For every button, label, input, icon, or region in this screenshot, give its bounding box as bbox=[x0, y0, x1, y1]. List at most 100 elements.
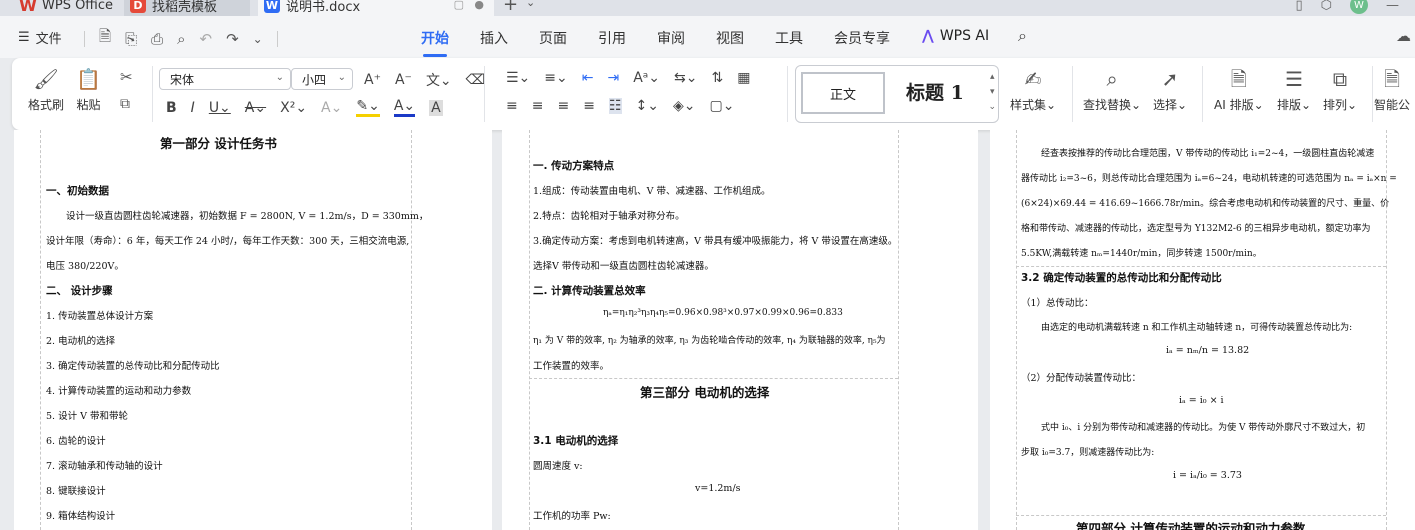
justify-icon[interactable]: ≡ bbox=[583, 98, 595, 114]
line-break-icon[interactable]: ⇆⌄ bbox=[674, 70, 697, 86]
sort-icon[interactable]: ⇅ bbox=[711, 70, 723, 86]
paragraph-line: 1.组成：传动装置由电机、V 带、减速器、工作机组成。 bbox=[533, 186, 771, 197]
line-spacing-icon[interactable]: ↕⌄ bbox=[636, 98, 659, 114]
section-heading: 3.1 电动机的选择 bbox=[533, 435, 619, 447]
menu-tools[interactable]: 工具 bbox=[775, 28, 803, 48]
paste-button[interactable]: 📋 粘贴 bbox=[76, 66, 101, 113]
numbered-list-icon[interactable]: ≡⌄ bbox=[544, 70, 567, 86]
menu-page[interactable]: 页面 bbox=[539, 28, 567, 48]
shading-icon[interactable]: ◈⌄ bbox=[673, 98, 696, 114]
margin-guide bbox=[1016, 266, 1386, 267]
section-heading: 二. 计算传动装置总效率 bbox=[533, 285, 646, 297]
undo-icon[interactable]: ↶ bbox=[200, 30, 213, 48]
cloud-sync-icon[interactable]: ☁ bbox=[1396, 27, 1411, 45]
tab-document[interactable]: W 说明书.docx ▢ ● bbox=[258, 0, 494, 16]
align-right-icon[interactable]: ≡ bbox=[557, 98, 569, 114]
wps-ai-icon: ⋀ bbox=[922, 28, 934, 44]
increase-indent-icon[interactable]: ⇥ bbox=[607, 70, 619, 86]
new-tab-icon[interactable]: + bbox=[503, 0, 518, 15]
menu-home[interactable]: 开始 bbox=[421, 28, 449, 57]
style-normal[interactable]: 正文 bbox=[801, 72, 885, 114]
tab-template[interactable]: D 找稻壳模板 bbox=[124, 0, 250, 16]
menu-view[interactable]: 视图 bbox=[716, 28, 744, 48]
table-grid-icon[interactable]: ▦ bbox=[737, 70, 750, 86]
cut-icon[interactable]: ✂ bbox=[120, 68, 133, 86]
document-page-2[interactable]: 一. 传动方案特点 1.组成：传动装置由电机、V 带、减速器、工作机组成。 2.… bbox=[502, 130, 978, 530]
border-icon[interactable]: ▢⌄ bbox=[709, 98, 734, 114]
font-color-icon[interactable]: A⌄ bbox=[393, 98, 416, 117]
window-icon[interactable]: ▯ bbox=[1295, 0, 1302, 13]
align-left-icon[interactable]: ≡ bbox=[506, 98, 518, 114]
find-replace-label: 查找替换⌄ bbox=[1083, 98, 1142, 112]
style-set-button[interactable]: ✍ 样式集⌄ bbox=[1010, 66, 1056, 113]
strikethrough-icon[interactable]: A⌄ bbox=[245, 100, 266, 116]
char-shading-icon[interactable]: A bbox=[429, 99, 443, 116]
smart-button[interactable]: 🗎 智能公 bbox=[1374, 66, 1410, 113]
superscript-icon[interactable]: X²⌄ bbox=[280, 100, 307, 116]
avatar[interactable]: W bbox=[1350, 0, 1368, 14]
underline-icon[interactable]: U⌄ bbox=[209, 100, 231, 116]
pinyin-icon[interactable]: 文⌄ bbox=[426, 70, 452, 90]
document-page-3[interactable]: 经查表按推荐的传动比合理范围，V 带传动的传动比 i₁=2~4，一级圆柱直齿轮减… bbox=[990, 130, 1415, 530]
copy-icon[interactable]: ⧉ bbox=[120, 96, 130, 112]
text-direction-icon[interactable]: Aᵃ⌄ bbox=[633, 70, 660, 86]
format-painter-button[interactable]: 🖌 格式刷 bbox=[28, 66, 64, 113]
paragraph-line: 设计年限（寿命）：6 年，每天工作 24 小时/，每年工作天数：300 天，三相… bbox=[46, 236, 410, 247]
shrink-font-icon[interactable]: A⁻ bbox=[395, 72, 412, 88]
menu-references[interactable]: 引用 bbox=[598, 28, 626, 48]
chevron-down-icon[interactable]: ⌄ bbox=[526, 0, 535, 9]
minimize-icon[interactable]: — bbox=[1386, 0, 1399, 13]
style-heading-1[interactable]: 标题 1 bbox=[906, 78, 964, 105]
chevron-down-icon[interactable]: ⌄ bbox=[253, 32, 263, 46]
wps-ai-button[interactable]: ⋀ WPS AI bbox=[922, 28, 989, 44]
formula: iₐ = nₘ/n = 13.82 bbox=[1166, 345, 1250, 356]
font-size-select[interactable]: 小四 ⌄ bbox=[291, 68, 353, 90]
close-icon[interactable]: ● bbox=[474, 0, 484, 11]
redo-icon[interactable]: ↷ bbox=[226, 30, 239, 48]
layout-button[interactable]: ☰ 排版⌄ bbox=[1277, 66, 1311, 113]
template-icon: D bbox=[130, 0, 146, 13]
menu-review[interactable]: 审阅 bbox=[657, 28, 685, 48]
margin-guide bbox=[1386, 130, 1387, 530]
list-item: 2. 电动机的选择 bbox=[46, 336, 116, 347]
clear-format-icon[interactable]: ⌫ bbox=[466, 72, 486, 88]
cube-icon[interactable]: ⬡ bbox=[1321, 0, 1332, 13]
file-label: 文件 bbox=[35, 32, 62, 47]
paragraph-line: 电压 380/220V。 bbox=[46, 261, 124, 272]
find-replace-button[interactable]: ⌕ 查找替换⌄ bbox=[1083, 66, 1141, 113]
decrease-indent-icon[interactable]: ⇤ bbox=[582, 70, 594, 86]
tab-wps-office[interactable]: W WPS Office bbox=[14, 0, 113, 16]
align-center-icon[interactable]: ≡ bbox=[532, 98, 544, 114]
ai-layout-button[interactable]: 🗎 AI 排版⌄ bbox=[1214, 66, 1264, 113]
chevron-down-icon: ⌄ bbox=[275, 72, 284, 83]
highlight-icon[interactable]: ✎⌄ bbox=[356, 98, 380, 117]
distributed-icon[interactable]: ☷ bbox=[608, 98, 622, 114]
paragraph-line: 工作机的功率 Pw: bbox=[533, 511, 611, 522]
menu-member[interactable]: 会员专享 bbox=[834, 28, 890, 48]
style-scroll[interactable]: ▴ ▾ ⌄ bbox=[988, 70, 996, 115]
pin-icon[interactable]: ▢ bbox=[454, 0, 464, 11]
font-name-select[interactable]: 宋体 ⌄ bbox=[159, 68, 291, 90]
text-effect-icon[interactable]: A⌄ bbox=[321, 100, 342, 116]
document-page-1[interactable]: 第一部分 设计任务书 一、初始数据 设计一级直齿圆柱齿轮减速器，初始数据 F =… bbox=[14, 130, 492, 530]
section-title: 第一部分 设计任务书 bbox=[160, 136, 277, 151]
select-button[interactable]: ➚ 选择⌄ bbox=[1153, 66, 1187, 113]
menu-insert[interactable]: 插入 bbox=[480, 28, 508, 48]
save-icon[interactable]: 🗎 bbox=[99, 26, 111, 51]
italic-icon[interactable]: I bbox=[191, 100, 195, 116]
bold-icon[interactable]: B bbox=[166, 100, 177, 116]
print-icon[interactable]: ⎙ bbox=[151, 30, 163, 48]
arrange-button[interactable]: ⧉ 排列⌄ bbox=[1323, 66, 1357, 113]
divider bbox=[152, 66, 153, 122]
search-icon[interactable]: ⌕ bbox=[1018, 26, 1027, 46]
formula: ηₐ=η₁η₂³η₃η₄η₅=0.96×0.98³×0.97×0.99×0.96… bbox=[603, 308, 843, 318]
margin-guide bbox=[1016, 515, 1386, 516]
export-pdf-icon[interactable]: ⎘ bbox=[125, 30, 137, 48]
print-preview-icon[interactable]: ⌕ bbox=[177, 30, 185, 48]
file-menu[interactable]: ☰ 文件 bbox=[18, 28, 62, 47]
bullet-list-icon[interactable]: ☰⌄ bbox=[506, 70, 530, 86]
grow-font-icon[interactable]: A⁺ bbox=[364, 72, 381, 88]
formula: i = iₐ/i₀ = 3.73 bbox=[1173, 470, 1242, 481]
paragraph-line: 3.确定传动方案：考虑到电机转速高，V 带具有缓冲吸振能力，将 V 带设置在高速… bbox=[533, 236, 898, 247]
paragraph-line: 式中 i₀、i 分别为带传动和减速器的传动比。为使 V 带传动外廓尺寸不致过大，… bbox=[1041, 423, 1366, 433]
